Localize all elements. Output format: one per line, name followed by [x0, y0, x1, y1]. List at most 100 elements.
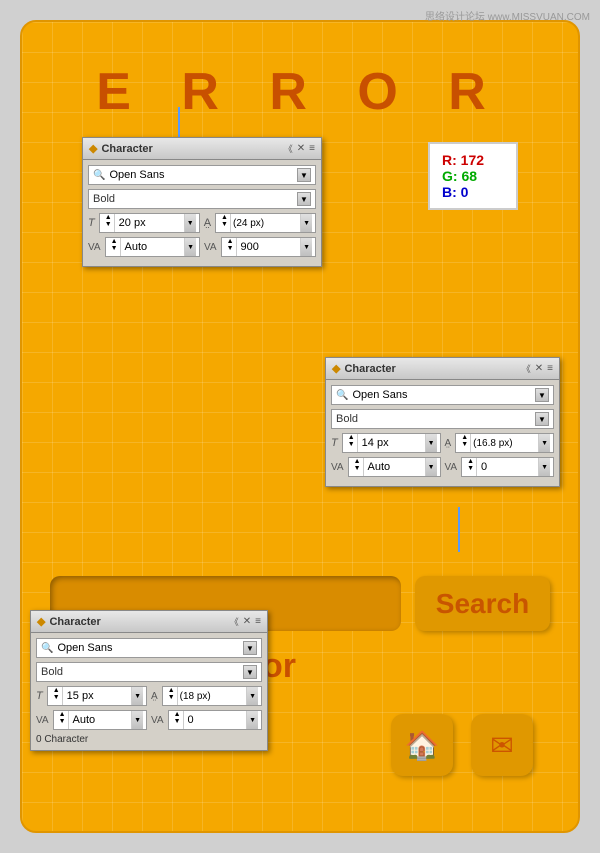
tracking-up-2[interactable]: ▲ — [352, 458, 363, 465]
kerning-down-2[interactable]: ▼ — [465, 465, 476, 472]
tracking-down-3[interactable]: ▼ — [57, 718, 68, 725]
tracking-spinner-2[interactable]: ▲ ▼ — [352, 458, 364, 476]
leading-spinner-1[interactable]: ▲ ▼ — [219, 214, 231, 232]
style-dropdown-arrow-1[interactable]: ▼ — [297, 192, 311, 206]
tracking-dd-1[interactable]: ▼ — [184, 238, 196, 256]
home-button[interactable]: 🏠 — [391, 714, 453, 776]
panel1-font-search[interactable]: 🔍 Open Sans ▼ — [88, 165, 316, 185]
leading-up-2[interactable]: ▲ — [459, 434, 470, 441]
kerning-up-1[interactable]: ▲ — [225, 238, 236, 245]
size-spinner-2[interactable]: ▲ ▼ — [346, 434, 358, 452]
menu-icon-2[interactable]: ≡ — [547, 363, 553, 374]
style-dropdown-arrow-3[interactable]: ▼ — [243, 665, 257, 679]
tracking-up-3[interactable]: ▲ — [57, 711, 68, 718]
panel2-kerning-field[interactable]: ▲ ▼ 0 ▼ — [461, 457, 554, 477]
close-icon[interactable]: ✕ — [297, 143, 305, 154]
tracking-spinner-1[interactable]: ▲ ▼ — [109, 238, 121, 256]
size-down-1[interactable]: ▼ — [103, 221, 114, 228]
tracking-dd-3[interactable]: ▼ — [131, 711, 143, 729]
leading-down-3[interactable]: ▼ — [166, 694, 177, 701]
size-up-3[interactable]: ▲ — [51, 687, 62, 694]
kerning-dd-arrow-2[interactable]: ▼ — [539, 458, 550, 476]
kerning-spinner-1[interactable]: ▲ ▼ — [225, 238, 237, 256]
panel2-controls[interactable]: 《 ✕ ≡ — [522, 362, 553, 375]
leading-dd-3[interactable]: ▼ — [247, 687, 258, 705]
kerning-dd-arrow-1[interactable]: ▼ — [301, 238, 312, 256]
close-icon-2[interactable]: ✕ — [535, 363, 543, 374]
font-dropdown-arrow-3[interactable]: ▼ — [243, 641, 257, 655]
size-down-2[interactable]: ▼ — [346, 441, 357, 448]
size-up-1[interactable]: ▲ — [103, 214, 114, 221]
size-dd-2[interactable]: ▼ — [426, 434, 437, 452]
size-dropdown-3[interactable]: ▼ — [131, 687, 143, 705]
size-down-3[interactable]: ▼ — [51, 694, 62, 701]
panel1-leading-field[interactable]: ▲ ▼ (24 px) ▼ — [215, 213, 316, 233]
size-dd-3[interactable]: ▼ — [132, 687, 143, 705]
size-dropdown-1[interactable]: ▼ — [184, 214, 196, 232]
kerning-down-3[interactable]: ▼ — [172, 718, 183, 725]
leading-spinner-3[interactable]: ▲ ▼ — [166, 687, 178, 705]
tracking-up-1[interactable]: ▲ — [109, 238, 120, 245]
kerning-up-3[interactable]: ▲ — [172, 711, 183, 718]
leading-dropdown-1[interactable]: ▼ — [300, 214, 312, 232]
panel3-style-dropdown[interactable]: Bold ▼ — [36, 662, 262, 682]
panel1-controls[interactable]: 《 ✕ ≡ — [284, 142, 315, 155]
tracking-spinner-3[interactable]: ▲ ▼ — [57, 711, 69, 729]
tracking-dd-arrow-3[interactable]: ▼ — [132, 711, 143, 729]
tracking-dd-arrow-2[interactable]: ▼ — [426, 458, 437, 476]
leading-dd-2[interactable]: ▼ — [539, 434, 550, 452]
panel3-leading-field[interactable]: ▲ ▼ (18 px) ▼ — [162, 686, 262, 706]
panel3-size-field[interactable]: ▲ ▼ 15 px ▼ — [47, 686, 147, 706]
panel2-size-value: 14 px — [358, 437, 393, 449]
font-dropdown-arrow-2[interactable]: ▼ — [535, 388, 549, 402]
leading-dd-1[interactable]: ▼ — [301, 214, 312, 232]
size-spinner-3[interactable]: ▲ ▼ — [51, 687, 63, 705]
font-dropdown-arrow-1[interactable]: ▼ — [297, 168, 311, 182]
collapse-icon-2[interactable]: 《 — [522, 362, 531, 375]
kerning-up-2[interactable]: ▲ — [465, 458, 476, 465]
size-dropdown-2[interactable]: ▼ — [425, 434, 437, 452]
panel1-kerning-field[interactable]: ▲ ▼ 900 ▼ — [221, 237, 316, 257]
size-up-2[interactable]: ▲ — [346, 434, 357, 441]
panel2-font-search[interactable]: 🔍 Open Sans ▼ — [331, 385, 554, 405]
collapse-icon-3[interactable]: 《 — [230, 615, 239, 628]
kerning-spinner-2[interactable]: ▲ ▼ — [465, 458, 477, 476]
search-button[interactable]: Search — [415, 576, 550, 631]
size-spinner-1[interactable]: ▲ ▼ — [103, 214, 115, 232]
panel3-controls[interactable]: 《 ✕ ≡ — [230, 615, 261, 628]
panel1-style-dropdown[interactable]: Bold ▼ — [88, 189, 316, 209]
panel2-leading-field[interactable]: ▲ ▼ (16.8 px) ▼ — [455, 433, 554, 453]
mail-button[interactable]: ✉ — [471, 714, 533, 776]
kerning-dd-arrow-3[interactable]: ▼ — [247, 711, 258, 729]
menu-icon[interactable]: ≡ — [309, 143, 315, 154]
leading-dropdown-3[interactable]: ▼ — [246, 687, 258, 705]
style-dropdown-arrow-2[interactable]: ▼ — [535, 412, 549, 426]
leading-dropdown-2[interactable]: ▼ — [538, 434, 550, 452]
panel3-font-search[interactable]: 🔍 Open Sans ▼ — [36, 638, 262, 658]
kerning-dd-1[interactable]: ▼ — [300, 238, 312, 256]
panel3-tracking-field[interactable]: ▲ ▼ Auto ▼ — [53, 710, 147, 730]
kerning-spinner-3[interactable]: ▲ ▼ — [172, 711, 184, 729]
collapse-icon[interactable]: 《 — [284, 142, 293, 155]
leading-up-3[interactable]: ▲ — [166, 687, 177, 694]
leading-up-1[interactable]: ▲ — [219, 214, 230, 221]
leading-down-2[interactable]: ▼ — [459, 441, 470, 448]
kerning-dd-2[interactable]: ▼ — [538, 458, 550, 476]
panel3-kerning-field[interactable]: ▲ ▼ 0 ▼ — [168, 710, 262, 730]
tracking-down-2[interactable]: ▼ — [352, 465, 363, 472]
leading-down-1[interactable]: ▼ — [219, 221, 230, 228]
panel2-style-dropdown[interactable]: Bold ▼ — [331, 409, 554, 429]
kerning-down-1[interactable]: ▼ — [225, 245, 236, 252]
kerning-dd-3[interactable]: ▼ — [246, 711, 258, 729]
size-dd-arrow-1[interactable]: ▼ — [185, 214, 196, 232]
panel2-tracking-field[interactable]: ▲ ▼ Auto ▼ — [348, 457, 441, 477]
menu-icon-3[interactable]: ≡ — [255, 616, 261, 627]
panel1-tracking-field[interactable]: ▲ ▼ Auto ▼ — [105, 237, 200, 257]
close-icon-3[interactable]: ✕ — [243, 616, 251, 627]
tracking-dd-arrow-1[interactable]: ▼ — [185, 238, 196, 256]
panel1-size-field[interactable]: ▲ ▼ 20 px ▼ — [99, 213, 200, 233]
panel2-size-field[interactable]: ▲ ▼ 14 px ▼ — [342, 433, 441, 453]
tracking-down-1[interactable]: ▼ — [109, 245, 120, 252]
leading-spinner-2[interactable]: ▲ ▼ — [459, 434, 471, 452]
tracking-dd-2[interactable]: ▼ — [425, 458, 437, 476]
